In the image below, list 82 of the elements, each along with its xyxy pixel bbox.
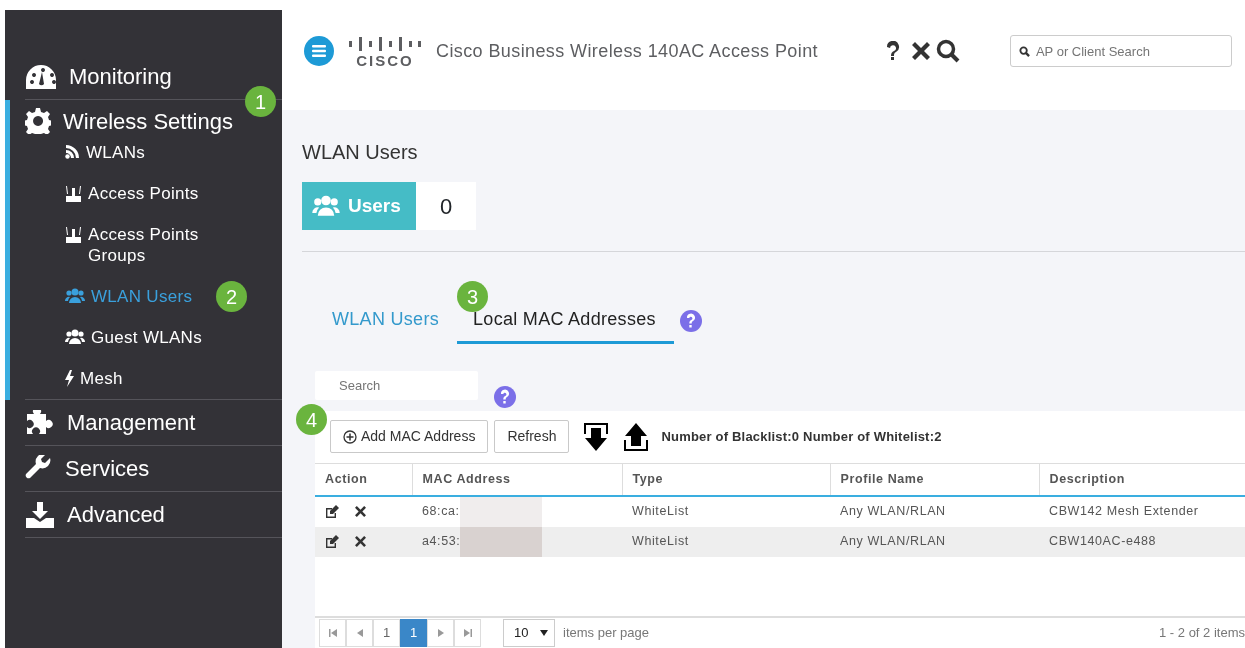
previous-page-button[interactable] bbox=[346, 619, 373, 647]
table-cell: Any WLAN/RLAN bbox=[840, 534, 946, 549]
last-page-button[interactable] bbox=[454, 619, 481, 647]
help-button[interactable] bbox=[885, 41, 900, 61]
help-icon bbox=[494, 386, 516, 408]
refresh-button[interactable]: Refresh bbox=[494, 420, 570, 453]
menu-icon bbox=[312, 45, 326, 57]
pager-summary: 1 - 2 of 2 items bbox=[1159, 624, 1245, 643]
gauge-icon bbox=[25, 63, 57, 90]
column-header: Profile Name bbox=[830, 463, 1039, 496]
page-button[interactable]: 1 bbox=[400, 619, 427, 647]
users-icon bbox=[65, 288, 85, 304]
help-icon bbox=[885, 41, 900, 61]
previous-page-icon bbox=[355, 629, 364, 637]
column-header: MAC Address bbox=[412, 463, 622, 496]
page-title: WLAN Users bbox=[302, 140, 419, 164]
search-field[interactable]: Search bbox=[315, 371, 478, 400]
sidebar-item[interactable]: Advanced bbox=[25, 492, 282, 538]
delete-button[interactable] bbox=[355, 506, 366, 517]
column-header: Type bbox=[622, 463, 830, 496]
last-page-icon bbox=[463, 629, 472, 637]
close-icon bbox=[911, 42, 930, 60]
antenna-icon bbox=[65, 185, 82, 203]
plus-circle-icon bbox=[343, 429, 357, 444]
table-cell: CBW142 Mesh Extender bbox=[1049, 504, 1199, 519]
menu-button[interactable] bbox=[304, 36, 334, 66]
table-cell: WhiteList bbox=[632, 534, 689, 549]
tile-label: Users bbox=[348, 193, 401, 218]
page-size-select[interactable]: 10 bbox=[503, 619, 555, 647]
column-header: Description bbox=[1039, 463, 1245, 496]
table-cell-text: a4:53: bbox=[422, 533, 461, 551]
import-button[interactable] bbox=[583, 421, 610, 452]
first-page-button[interactable] bbox=[319, 619, 346, 647]
users-icon bbox=[312, 195, 340, 217]
first-page-icon bbox=[328, 629, 337, 637]
edit-icon bbox=[325, 505, 339, 518]
tile-count: 0 bbox=[439, 192, 453, 221]
close-button[interactable] bbox=[911, 42, 930, 60]
app-title: Cisco Business Wireless 140AC Access Point bbox=[436, 39, 818, 63]
next-page-button[interactable] bbox=[427, 619, 454, 647]
sidebar-subitem[interactable]: WLAN Users bbox=[65, 286, 193, 327]
puzzle-icon bbox=[25, 409, 55, 436]
column-header: Action bbox=[315, 463, 412, 496]
sidebar-item[interactable]: Management bbox=[25, 400, 282, 446]
help-icon bbox=[679, 310, 702, 332]
down-arrow-icon bbox=[583, 421, 610, 452]
bolt-icon bbox=[65, 370, 74, 387]
logo-text: CISCO bbox=[356, 53, 414, 68]
settings-icon bbox=[25, 108, 51, 134]
sidebar-item[interactable]: Wireless Settings bbox=[10, 100, 233, 142]
page-button[interactable]: 1 bbox=[373, 619, 400, 647]
up-arrow-icon bbox=[623, 421, 650, 452]
close-icon bbox=[355, 536, 366, 547]
add-mac-address-button[interactable]: Add MAC Address bbox=[330, 420, 489, 453]
download-icon bbox=[25, 501, 55, 528]
search-button[interactable] bbox=[935, 39, 960, 63]
table-cell-text: 68:ca: bbox=[422, 503, 460, 521]
sidebar-subitem[interactable]: Guest WLANs bbox=[65, 327, 202, 368]
users-icon bbox=[65, 329, 85, 345]
table-cell: WhiteList bbox=[632, 504, 689, 519]
page-size-label: items per page bbox=[563, 624, 649, 643]
caret-icon bbox=[540, 630, 548, 636]
search-icon bbox=[1018, 46, 1030, 57]
list-counts: Number of Blacklist:0 Number of Whitelist:2 bbox=[661, 427, 942, 446]
edit-icon bbox=[325, 535, 339, 548]
table-cell: CBW140AC-e488 bbox=[1049, 534, 1157, 549]
edit-button[interactable] bbox=[325, 535, 339, 548]
edit-button[interactable] bbox=[325, 505, 339, 518]
delete-button[interactable] bbox=[355, 536, 366, 547]
table-cell: Any WLAN/RLAN bbox=[840, 504, 946, 519]
sidebar-subitem[interactable]: Mesh bbox=[65, 368, 123, 399]
antenna-icon bbox=[65, 226, 82, 244]
search-icon bbox=[935, 39, 960, 63]
sidebar-item[interactable]: Services bbox=[25, 446, 282, 492]
close-icon bbox=[355, 506, 366, 517]
sidebar-subitem[interactable]: WLANs bbox=[65, 142, 146, 183]
export-button[interactable] bbox=[623, 421, 650, 452]
next-page-icon bbox=[436, 629, 445, 637]
rss-icon bbox=[65, 144, 80, 159]
sidebar-subitem[interactable]: Access Points bbox=[65, 183, 199, 224]
logo-bars-icon bbox=[348, 34, 422, 51]
search-field[interactable]: AP or Client Search bbox=[1009, 35, 1232, 67]
